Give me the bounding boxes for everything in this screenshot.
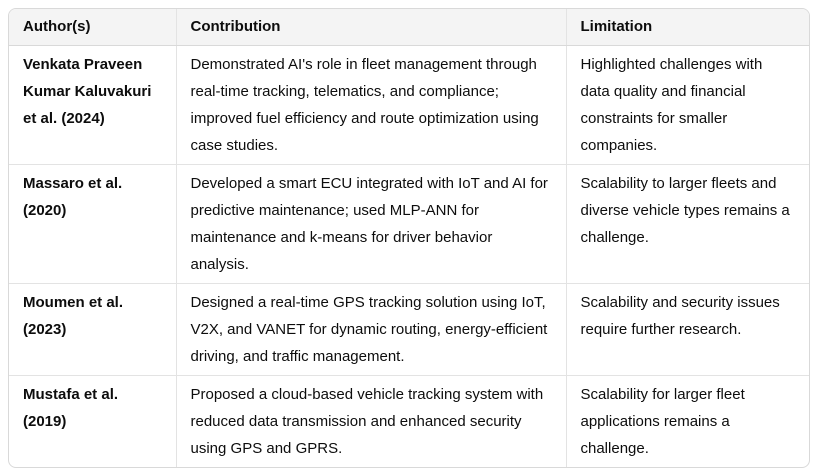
limitation-cell: Scalability and security issues require … xyxy=(565,283,809,376)
limitation-cell: Highlighted challenges with data quality… xyxy=(565,45,809,165)
table-header-row: Author(s) Contribution Limitation xyxy=(9,9,809,46)
header-authors: Author(s) xyxy=(9,9,176,46)
author-cell: Venkata Praveen Kumar Kaluvakuri et al. … xyxy=(23,56,152,127)
limitation-cell: Scalability to larger fleets and diverse… xyxy=(565,164,809,284)
contribution-cell: Demonstrated AI's role in fleet manageme… xyxy=(175,45,566,165)
literature-review-table: Author(s) Contribution Limitation Venkat… xyxy=(9,9,809,467)
author-cell: Moumen et al. (2023) xyxy=(9,283,176,376)
literature-table-container: Author(s) Contribution Limitation Venkat… xyxy=(8,8,810,468)
author-cell: Massaro et al. (2020) xyxy=(9,164,176,284)
table-row: Massaro et al. (2020) Developed a smart … xyxy=(9,164,809,284)
contribution-cell: Proposed a cloud-based vehicle tracking … xyxy=(175,375,566,467)
contribution-cell: Designed a real-time GPS tracking soluti… xyxy=(175,283,566,376)
header-limitation: Limitation xyxy=(565,9,809,46)
author-cell: Mustafa et al. (2019) xyxy=(9,375,176,467)
table-row: Venkata Praveen Kumar Kaluvakuri et al. … xyxy=(9,45,809,165)
table-row: Mustafa et al. (2019) Proposed a cloud-b… xyxy=(9,375,809,467)
contribution-cell: Developed a smart ECU integrated with Io… xyxy=(175,164,566,284)
table-row: Moumen et al. (2023) Designed a real-tim… xyxy=(9,283,809,376)
header-contribution: Contribution xyxy=(175,9,566,46)
limitation-cell: Scalability for larger fleet application… xyxy=(565,375,809,467)
